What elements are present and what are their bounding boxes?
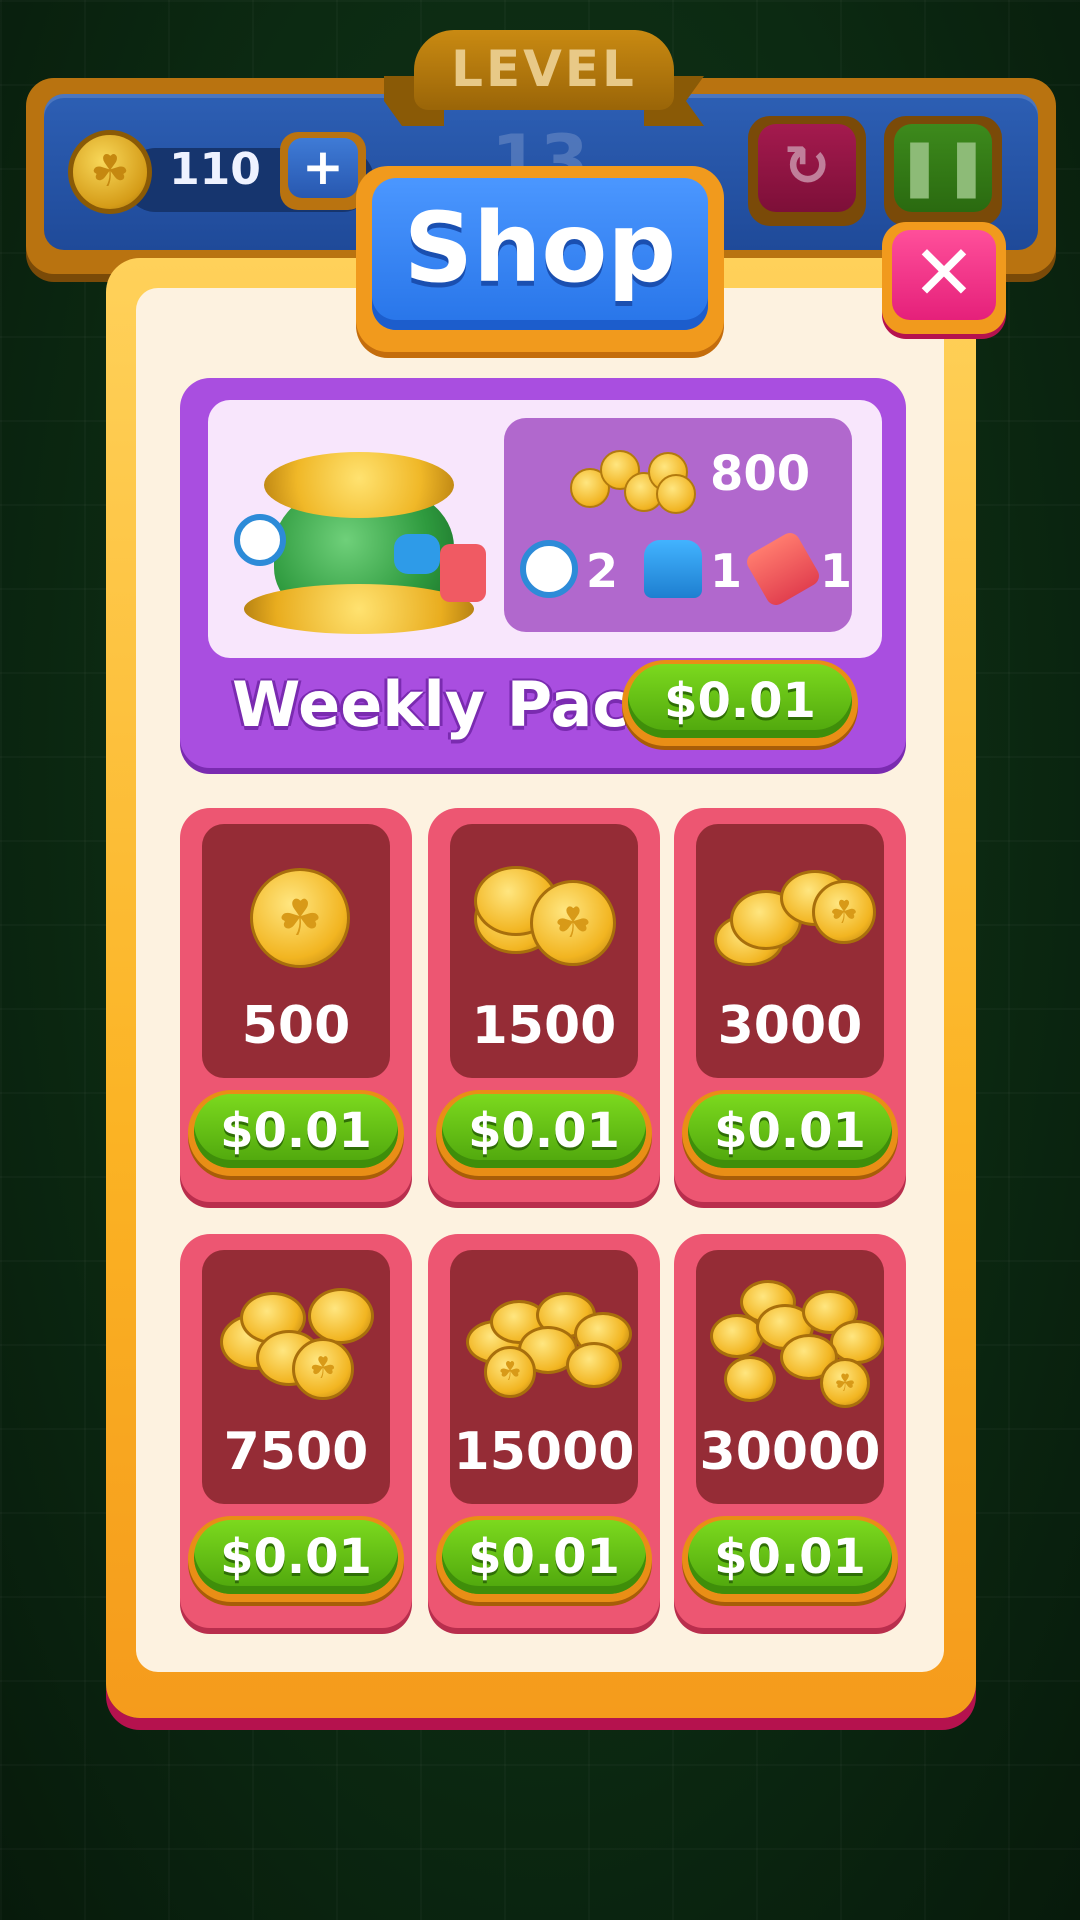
item-quantity: 1 (710, 544, 743, 598)
coin-pack-amount: 500 (241, 996, 351, 1056)
weekly-item-hammer: 1 (644, 536, 744, 606)
hammer-icon (394, 534, 440, 574)
rocket-icon (440, 544, 486, 602)
coin-pack-preview: ☘ 500 (202, 824, 390, 1078)
level-ribbon: LEVEL (384, 18, 704, 128)
coin-icon (308, 1288, 374, 1344)
coin-stack-icon: ☘ (714, 854, 876, 974)
coin-pack-card: ☘ 1500 $0.01 (428, 808, 660, 1202)
weekly-item-rocket: 1 (743, 529, 854, 609)
clover-coin-icon: ☘ (812, 880, 876, 944)
coin-icon (566, 1342, 622, 1388)
coin-stack-icon: ☘ (474, 854, 616, 974)
coin-pack-card: ☘ 15000 $0.01 (428, 1234, 660, 1628)
stopwatch-icon (520, 540, 578, 598)
rocket-icon (743, 529, 823, 609)
shop-title-banner: Shop (356, 166, 724, 352)
pause-button[interactable]: ❚❚ (884, 116, 1002, 226)
buy-coin-pack-button[interactable]: $0.01 (682, 1516, 898, 1602)
clover-coin-icon: ☘ (820, 1358, 870, 1408)
close-button[interactable]: ✕ (882, 222, 1006, 334)
coin-stack-icon: ☘ (220, 1280, 374, 1400)
item-quantity: 1 (820, 544, 853, 598)
pause-icon: ❚❚ (894, 124, 992, 212)
price-label: $0.01 (194, 1520, 398, 1594)
weekly-pack-preview: 800 2 1 1 (208, 400, 882, 658)
coin-pack-card: ☘ 7500 $0.01 (180, 1234, 412, 1628)
coin-pot-illustration (234, 434, 486, 634)
coin-pack-preview: ☘ 7500 (202, 1250, 390, 1504)
coin-stack-icon: ☘ (710, 1280, 884, 1408)
coin-pack-amount: 7500 (223, 1422, 369, 1482)
restart-button[interactable]: ↻ (748, 116, 866, 226)
restart-icon: ↻ (758, 124, 856, 212)
buy-coin-pack-button[interactable]: $0.01 (682, 1090, 898, 1176)
close-icon: ✕ (892, 230, 996, 320)
coin-pack-amount: 15000 (453, 1422, 635, 1482)
weekly-pack-title: Weekly Pack (232, 668, 671, 741)
coin-icon: ☘ (226, 854, 366, 974)
coin-balance: 110 (169, 144, 261, 195)
coin-stack-icon: ☘ (466, 1280, 632, 1400)
buy-coin-pack-button[interactable]: $0.01 (188, 1516, 404, 1602)
weekly-item-stopwatch: 2 (520, 536, 630, 606)
coin-pack-amount: 30000 (699, 1422, 881, 1482)
price-label: $0.01 (688, 1520, 892, 1594)
coin-pack-preview: ☘ 3000 (696, 824, 884, 1078)
weekly-pack-coins: 800 (710, 446, 811, 502)
add-coins-button[interactable]: + (280, 132, 366, 210)
weekly-pack-card: 800 2 1 1 Weekly Pack $0.01 (180, 378, 906, 768)
hammer-icon (644, 540, 702, 598)
coin-pack-preview: ☘ 1500 (450, 824, 638, 1078)
coin-icon (724, 1356, 776, 1402)
weekly-pack-contents: 800 2 1 1 (504, 418, 852, 632)
price-label: $0.01 (194, 1094, 398, 1168)
clover-coin-icon: ☘ (250, 868, 350, 968)
coin-pack-card: ☘ 3000 $0.01 (674, 808, 906, 1202)
buy-coin-pack-button[interactable]: $0.01 (436, 1516, 652, 1602)
coin-stack-icon (570, 442, 696, 514)
price-label: $0.01 (442, 1094, 646, 1168)
coin-pack-preview: ☘ 30000 (696, 1250, 884, 1504)
clover-coin-icon: ☘ (484, 1346, 536, 1398)
buy-coin-pack-button[interactable]: $0.01 (188, 1090, 404, 1176)
coin-pack-amount: 1500 (471, 996, 617, 1056)
pot-coins (264, 452, 454, 518)
buy-coin-pack-button[interactable]: $0.01 (436, 1090, 652, 1176)
plus-icon: + (288, 138, 358, 198)
coin-pack-amount: 3000 (717, 996, 863, 1056)
level-label: LEVEL (451, 40, 637, 98)
coin-pack-card: ☘ 30000 $0.01 (674, 1234, 906, 1628)
price-label: $0.01 (442, 1520, 646, 1594)
stopwatch-icon (234, 514, 286, 566)
clover-coin-icon: ☘ (68, 130, 152, 214)
shop-title: Shop (372, 178, 708, 330)
coin-pack-preview: ☘ 15000 (450, 1250, 638, 1504)
clover-coin-icon: ☘ (292, 1338, 354, 1400)
coin-pack-card: ☘ 500 $0.01 (180, 808, 412, 1202)
item-quantity: 2 (586, 544, 619, 598)
buy-weekly-pack-button[interactable]: $0.01 (622, 660, 858, 746)
coin-icon (656, 474, 696, 514)
clover-coin-icon: ☘ (530, 880, 616, 966)
price-label: $0.01 (688, 1094, 892, 1168)
price-label: $0.01 (628, 664, 852, 738)
coin-icon (830, 1320, 884, 1364)
